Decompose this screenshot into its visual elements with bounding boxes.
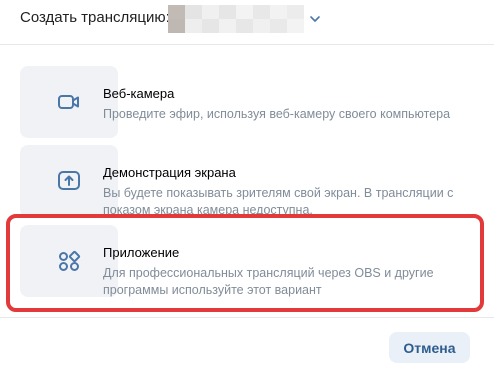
option-icon-tile xyxy=(20,66,118,138)
owner-avatar[interactable] xyxy=(168,5,304,33)
dialog-header: Создать трансляцию: xyxy=(0,0,494,45)
cancel-button[interactable]: Отмена xyxy=(389,332,470,363)
highlight-frame xyxy=(6,214,484,312)
dialog-footer: Отмена xyxy=(0,317,494,374)
option-title: Веб-камера xyxy=(103,86,175,101)
create-stream-label: Создать трансляцию: xyxy=(20,9,170,26)
option-webcam[interactable]: Веб-камера Проведите эфир, используя веб… xyxy=(20,66,494,138)
option-screen-share[interactable]: Демонстрация экрана Вы будете показывать… xyxy=(20,145,494,217)
option-description: Проведите эфир, используя веб-камеру сво… xyxy=(103,107,451,121)
option-title: Демонстрация экрана xyxy=(103,165,236,180)
screen-share-icon xyxy=(58,171,80,190)
video-camera-icon xyxy=(58,95,79,109)
chevron-down-icon[interactable] xyxy=(308,12,322,26)
